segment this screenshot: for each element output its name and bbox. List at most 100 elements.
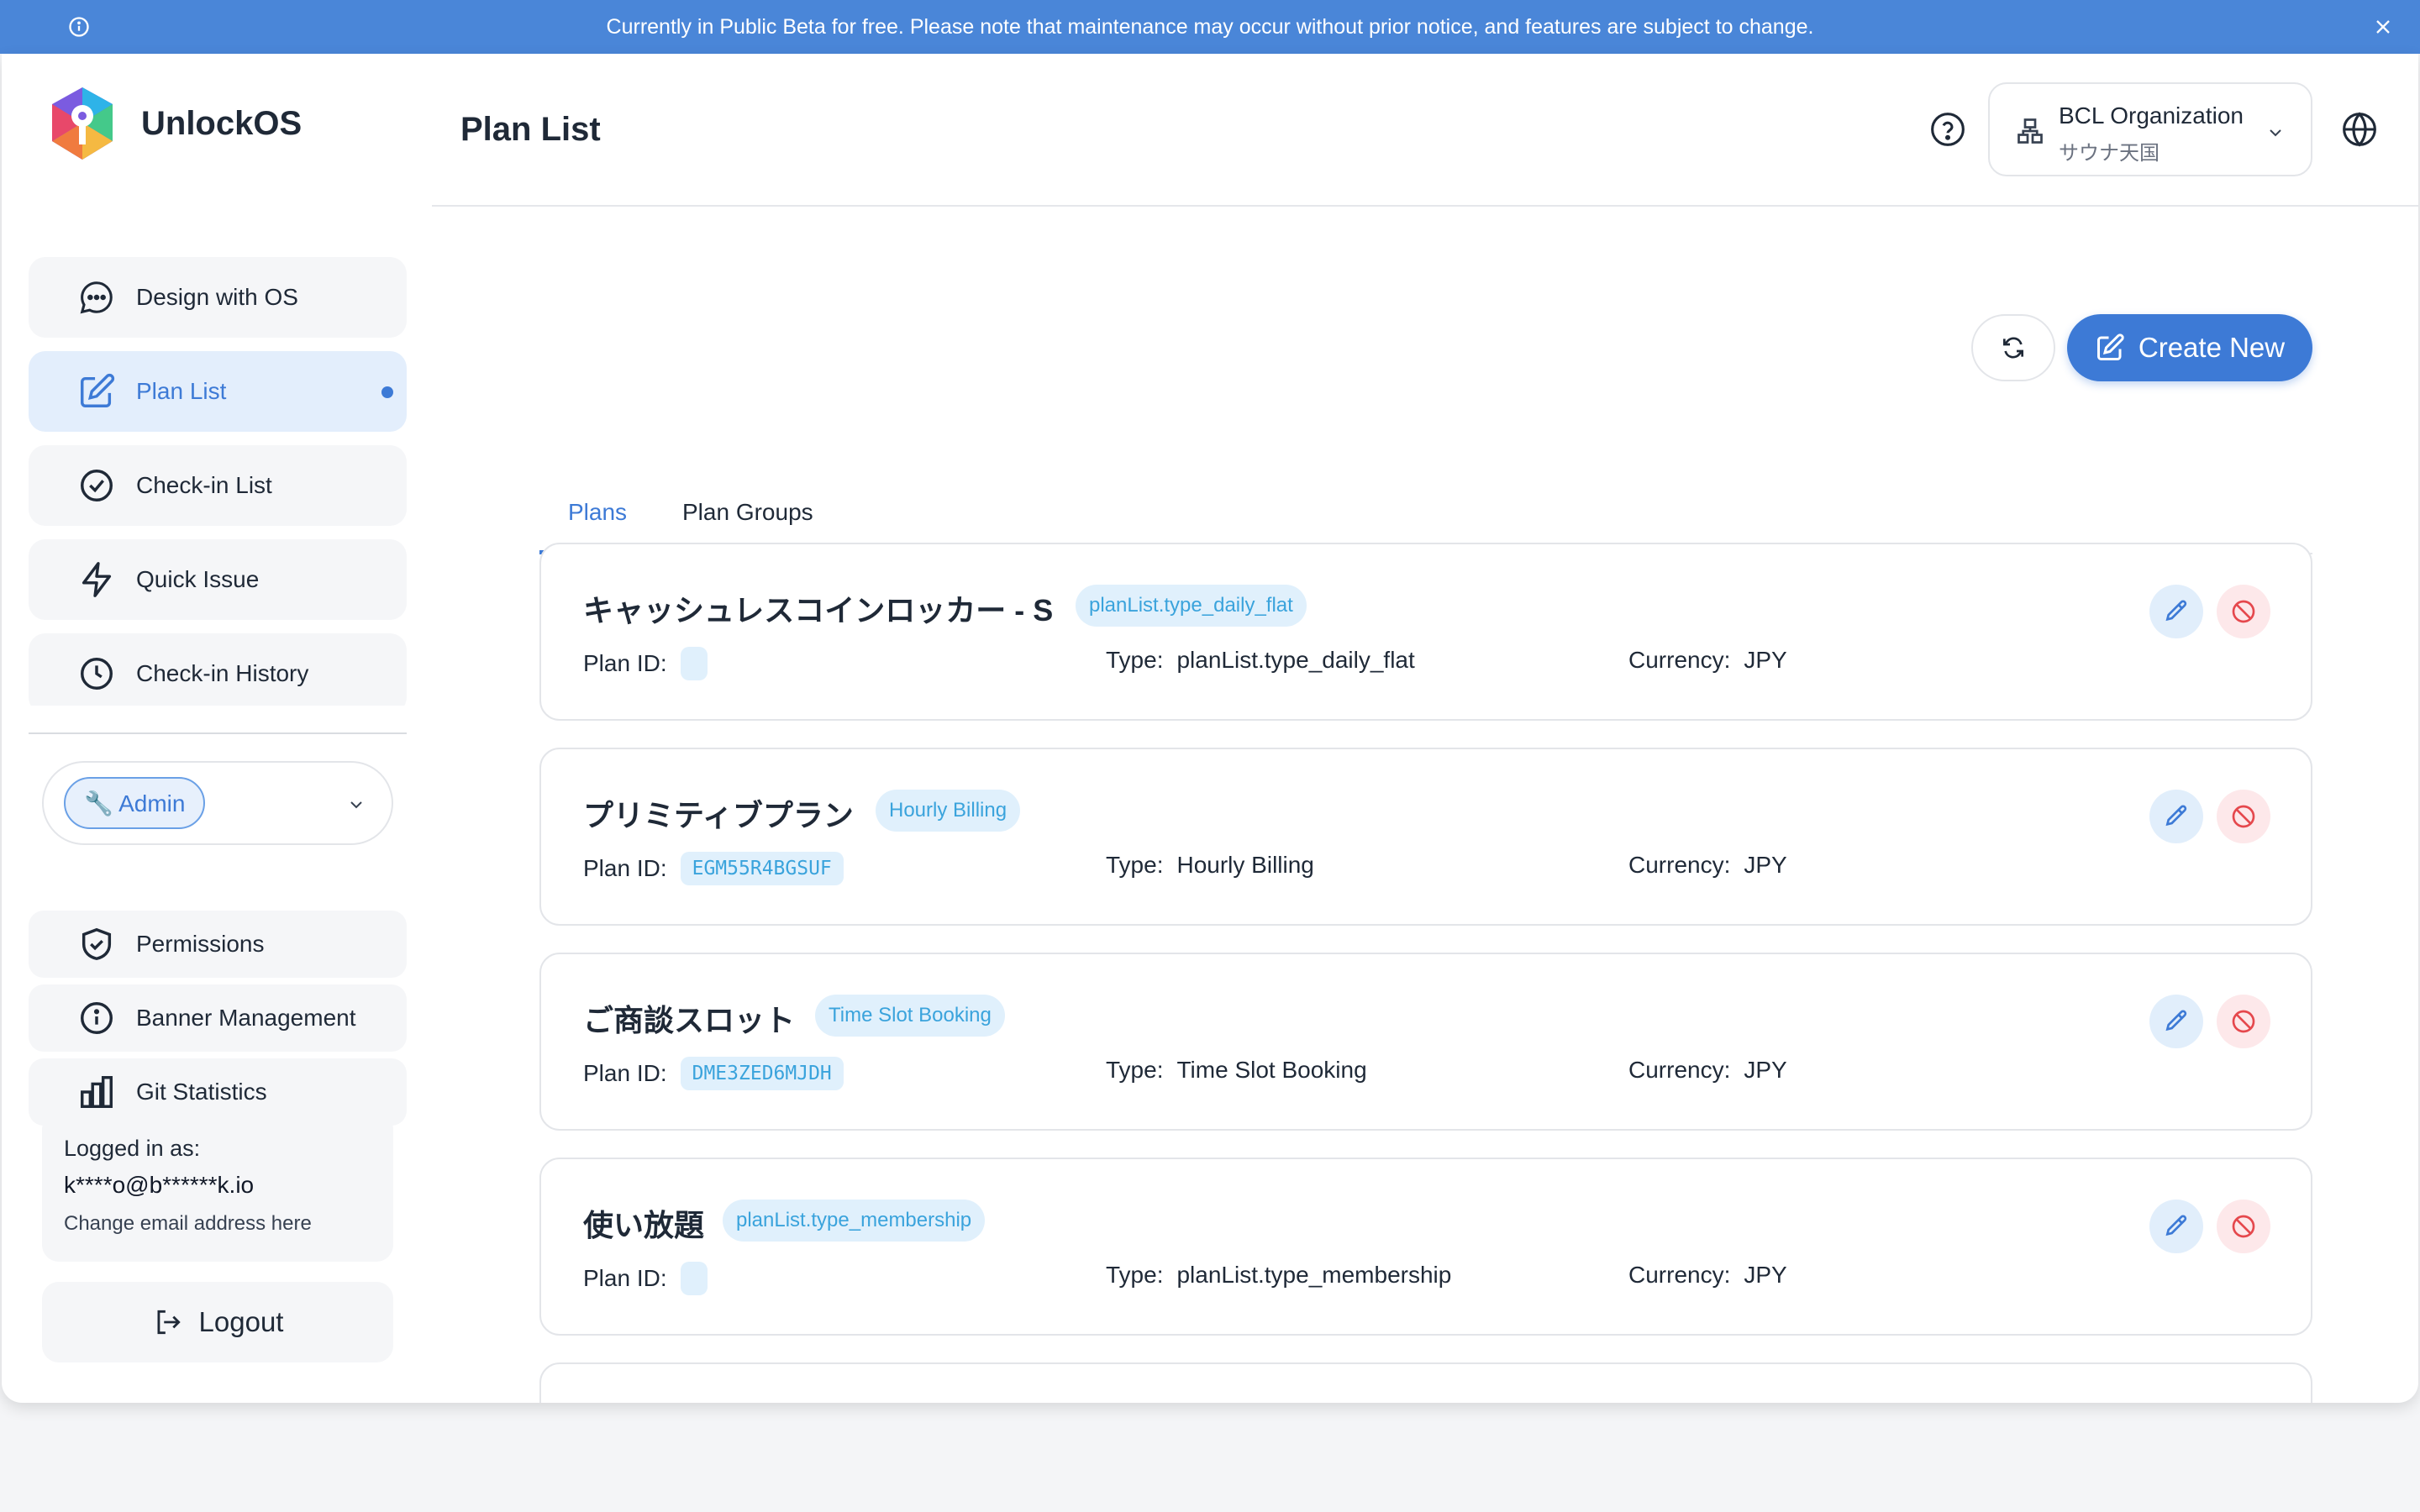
- edit-button[interactable]: [2149, 1200, 2203, 1253]
- sidebar-item-label: Banner Management: [136, 1005, 356, 1031]
- refresh-button[interactable]: [1971, 314, 2055, 381]
- sidebar-item-quick-issue[interactable]: Quick Issue: [29, 539, 407, 620]
- shield-check-icon: [82, 927, 112, 961]
- plan-type-label: Type:: [1106, 1057, 1164, 1083]
- sidebar-item-label: Git Statistics: [136, 1079, 267, 1105]
- plan-id-value: EGM55R4BGSUF: [680, 852, 844, 885]
- brand-name: UnlockOS: [141, 104, 302, 142]
- plan-name: キャッシュレスコインロッカー - S: [583, 593, 1054, 627]
- sidebar-item-label: Quick Issue: [136, 566, 260, 592]
- change-email-link[interactable]: Change email address here: [64, 1212, 371, 1236]
- info-icon: [69, 17, 89, 37]
- plan-name: 使い放題: [583, 1208, 705, 1242]
- plan-card[interactable]: キャッシュレスコインロッカー - S planList.type_daily_f…: [539, 543, 2312, 721]
- plan-name: ご商談スロット: [583, 1003, 796, 1037]
- close-icon[interactable]: [2371, 15, 2395, 39]
- logout-button[interactable]: Logout: [42, 1282, 393, 1362]
- plan-card[interactable]: ご商談スロット Time Slot Booking Plan ID: DME3ZE…: [539, 953, 2312, 1131]
- sidebar-item-label: Check-in History: [136, 660, 309, 686]
- organization-select[interactable]: BCL Organization サウナ天国: [1988, 82, 2312, 176]
- plan-currency-value: JPY: [1744, 852, 1787, 878]
- create-new-button[interactable]: Create New: [2067, 314, 2312, 381]
- tab-plans[interactable]: Plans: [568, 499, 627, 526]
- plan-currency-label: Currency:: [1628, 647, 1731, 673]
- ban-icon: [2232, 805, 2255, 828]
- plan-type-badge: planList.type_daily_flat: [1076, 585, 1307, 627]
- edit-button[interactable]: [2149, 585, 2203, 638]
- disable-button[interactable]: [2217, 995, 2270, 1048]
- logout-label: Logout: [198, 1306, 284, 1337]
- login-label: Logged in as:: [64, 1136, 201, 1161]
- plan-id-value: [680, 647, 708, 680]
- logout-icon: [157, 1310, 181, 1335]
- nav-list[interactable]: Design with OS Plan List Check-in List Q…: [29, 202, 407, 706]
- organization-sub: サウナ天国: [2059, 142, 2160, 165]
- plan-id-row: Plan ID:: [583, 647, 708, 680]
- sidebar-item-plan-list[interactable]: Plan List: [29, 351, 407, 432]
- plan-type-row: Type: Time Slot Booking: [1106, 1057, 1367, 1084]
- plan-currency-row: Currency: JPY: [1628, 852, 1787, 879]
- sidebar-item-check-in-history[interactable]: Check-in History: [29, 633, 407, 706]
- sidebar-item-check-in-list[interactable]: Check-in List: [29, 445, 407, 526]
- check-circle-icon: [81, 470, 113, 501]
- plan-id-label: Plan ID:: [583, 1060, 667, 1086]
- plan-type-row: Type: Hourly Billing: [1106, 852, 1314, 879]
- plan-id-label: Plan ID:: [583, 855, 667, 881]
- plan-type-badge: Time Slot Booking: [815, 995, 1005, 1037]
- sidebar-item-label: Permissions: [136, 931, 265, 957]
- plan-id-label: Plan ID:: [583, 1265, 667, 1291]
- ban-icon: [2232, 1215, 2255, 1238]
- plan-currency-value: JPY: [1744, 1262, 1787, 1288]
- sidebar-item-banner-management[interactable]: Banner Management: [29, 984, 407, 1052]
- pencil-icon: [2165, 805, 2187, 827]
- lightning-icon: [82, 562, 112, 597]
- plan-currency-label: Currency:: [1628, 852, 1731, 878]
- plan-type-label: Type:: [1106, 647, 1164, 673]
- plan-name: プリミティブプラン: [583, 798, 854, 832]
- sidebar-item-design-with-os[interactable]: Design with OS: [29, 257, 407, 338]
- edit-button[interactable]: [2149, 995, 2203, 1048]
- plan-id-value: DME3ZED6MJDH: [680, 1057, 844, 1090]
- plan-type-label: Type:: [1106, 852, 1164, 878]
- plan-type-row: Type: planList.type_membership: [1106, 1262, 1451, 1289]
- help-icon[interactable]: [1929, 111, 1966, 148]
- chevron-down-icon: [350, 801, 362, 809]
- clock-icon: [81, 658, 113, 690]
- bar-chart-icon: [81, 1076, 113, 1108]
- logo-icon: [52, 87, 113, 160]
- plan-currency-label: Currency:: [1628, 1262, 1731, 1288]
- pencil-icon: [2165, 1215, 2187, 1236]
- edit-icon: [2096, 333, 2124, 360]
- edit-button[interactable]: [2149, 790, 2203, 843]
- disable-button[interactable]: [2217, 790, 2270, 843]
- plan-type-label: Type:: [1106, 1262, 1164, 1288]
- globe-icon[interactable]: [2341, 111, 2378, 148]
- header-divider: [432, 205, 2418, 207]
- plan-type-badge: planList.type_membership: [723, 1200, 986, 1242]
- sidebar-item-label: Plan List: [136, 378, 227, 404]
- disable-button[interactable]: [2217, 1200, 2270, 1253]
- plan-type-value: planList.type_membership: [1176, 1262, 1452, 1288]
- plan-type-value: planList.type_daily_flat: [1176, 647, 1415, 673]
- plan-currency-value: JPY: [1744, 1057, 1787, 1083]
- pencil-icon: [2165, 600, 2187, 622]
- tab-plan-groups[interactable]: Plan Groups: [682, 499, 813, 526]
- ban-icon: [2232, 1010, 2255, 1033]
- plan-currency-row: Currency: JPY: [1628, 1262, 1787, 1289]
- page-title: Plan List: [460, 111, 601, 148]
- role-pill: 🔧 Admin: [64, 777, 206, 829]
- role-select[interactable]: 🔧 Admin: [42, 761, 393, 845]
- plan-type-value: Hourly Billing: [1176, 852, 1314, 878]
- organization-icon: [2018, 118, 2043, 144]
- ban-icon: [2232, 600, 2255, 623]
- brand[interactable]: UnlockOS: [49, 86, 302, 161]
- plan-card[interactable]: 使い放題 planList.type_membership Plan ID: T…: [539, 1158, 2312, 1336]
- plan-currency-label: Currency:: [1628, 1057, 1731, 1083]
- disable-button[interactable]: [2217, 585, 2270, 638]
- plan-card[interactable]: プリミティブプラン Hourly Billing Plan ID: EGM55R4…: [539, 748, 2312, 926]
- sidebar-item-permissions[interactable]: Permissions: [29, 911, 407, 978]
- plan-card[interactable]: [539, 1362, 2312, 1403]
- sidebar: UnlockOS Design with OS Plan List Check-…: [2, 54, 430, 1403]
- chevron-down-icon: [2270, 129, 2281, 137]
- organization-name: BCL Organization: [2059, 102, 2244, 129]
